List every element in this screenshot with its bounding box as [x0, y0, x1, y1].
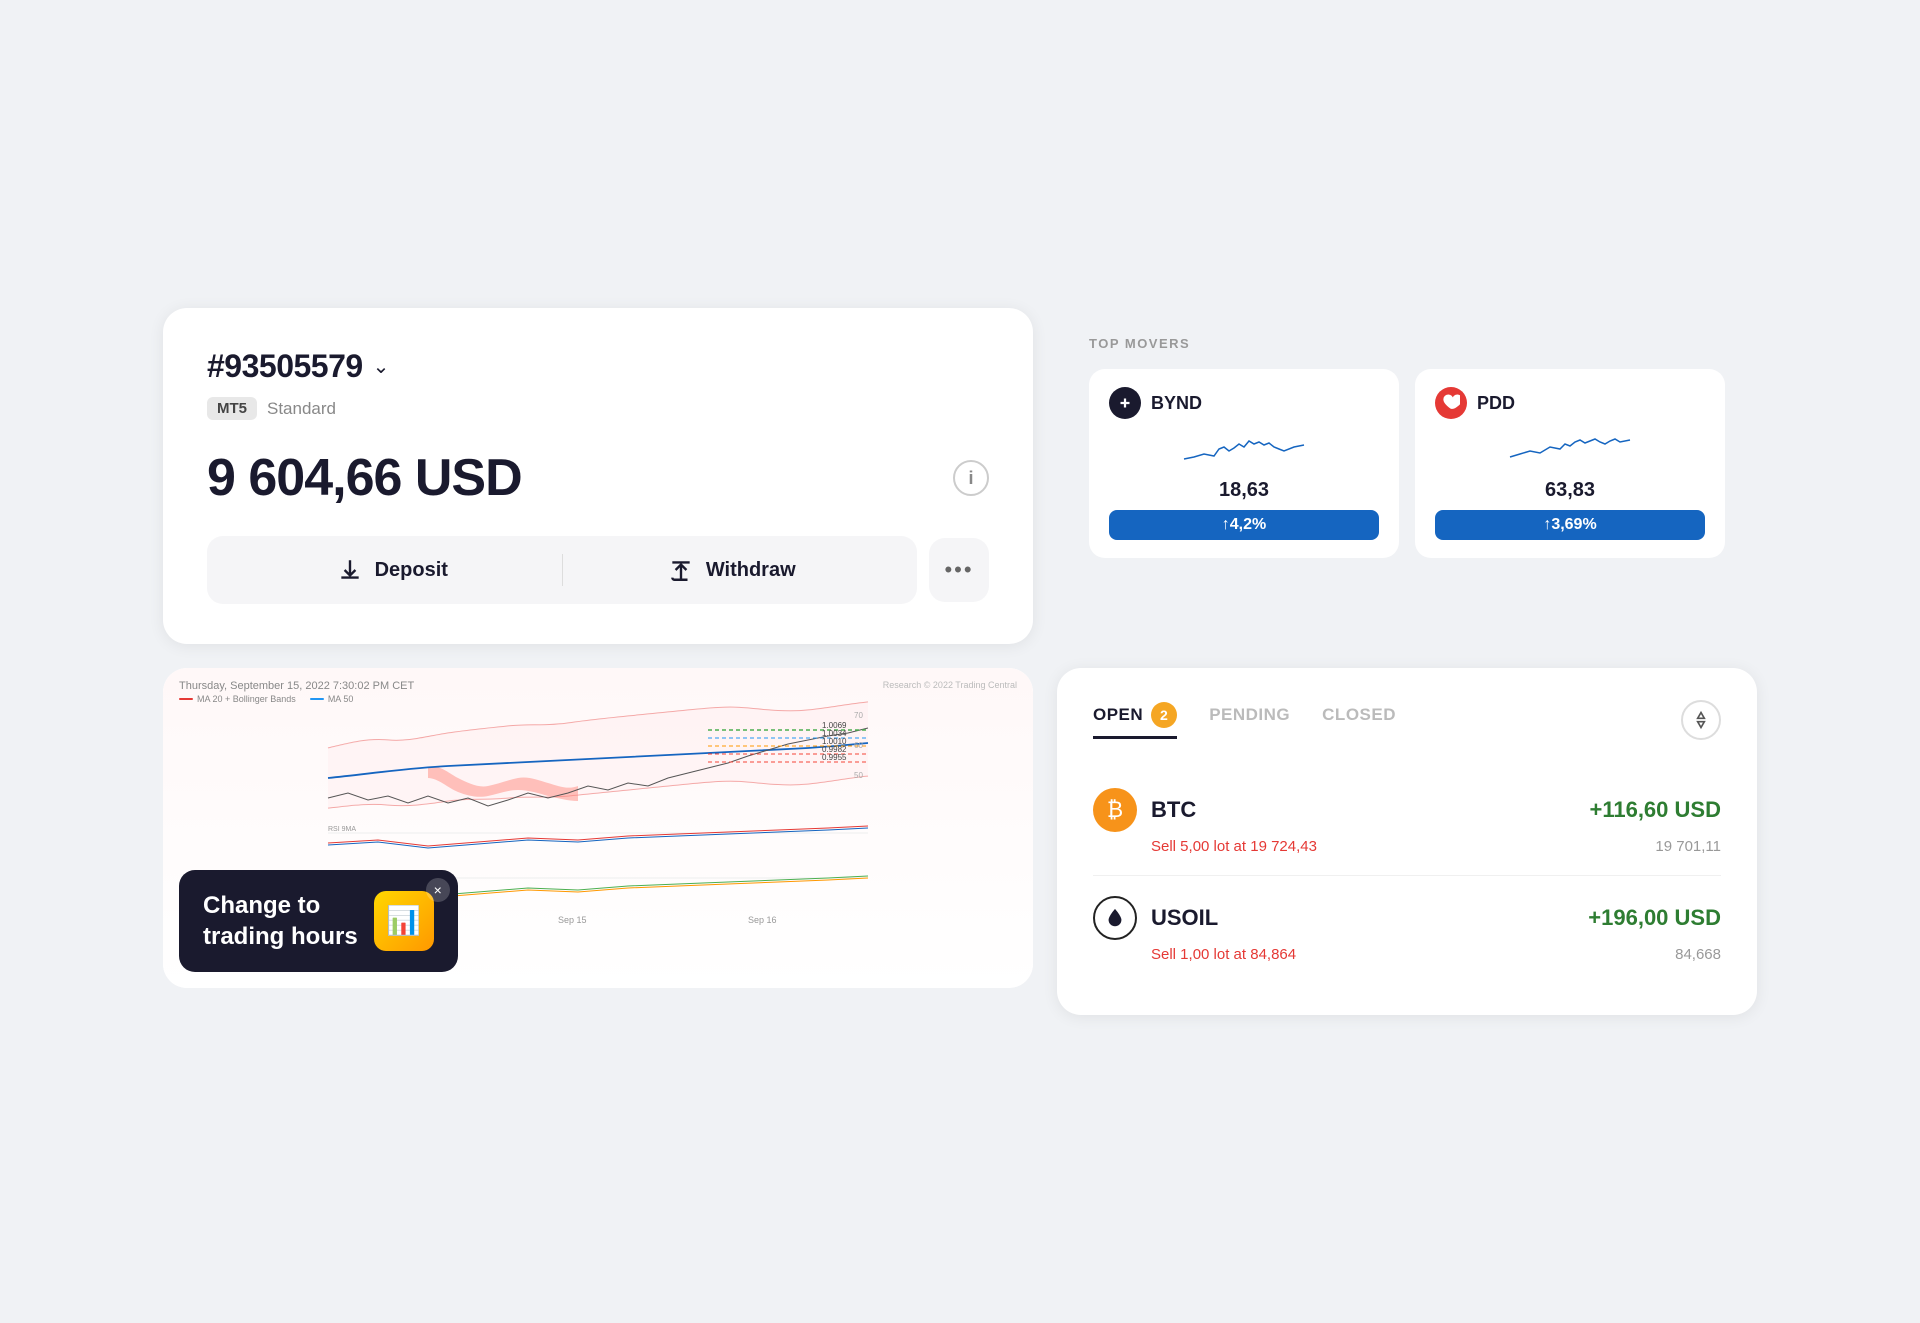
- trade-top-btc: ₿ BTC +116,60 USD: [1093, 788, 1721, 832]
- action-bar: Deposit Withdraw •••: [207, 536, 989, 604]
- mover-bynd[interactable]: BYND 18,63 ↑4,2%: [1089, 369, 1399, 558]
- deposit-icon: [337, 557, 363, 583]
- notification-chart-icon: 📊: [374, 891, 434, 951]
- account-card: #93505579 ⌄ MT5 Standard 9 604,66 USD i …: [163, 308, 1033, 644]
- trade-left-btc: ₿ BTC: [1093, 788, 1196, 832]
- chart-card: Thursday, September 15, 2022 7:30:02 PM …: [163, 668, 1033, 988]
- bynd-chart: [1109, 429, 1379, 469]
- chart-research: Research © 2022 Trading Central: [883, 680, 1017, 690]
- btc-profit: +116,60 USD: [1589, 797, 1721, 823]
- chart-legend: MA 20 + Bollinger Bands MA 50: [179, 694, 353, 704]
- trade-bottom-usoil: Sell 1,00 lot at 84,864 84,668: [1093, 946, 1721, 963]
- withdraw-icon: [668, 557, 694, 583]
- tab-closed[interactable]: CLOSED: [1322, 702, 1396, 739]
- tab-open[interactable]: OPEN 2: [1093, 702, 1177, 739]
- account-meta: MT5 Standard: [207, 397, 989, 420]
- bynd-price: 18,63: [1109, 479, 1379, 502]
- trade-row-btc[interactable]: ₿ BTC +116,60 USD Sell 5,00 lot at 19 72…: [1093, 768, 1721, 876]
- top-movers-title: TOP MOVERS: [1089, 336, 1725, 351]
- ma20-dot: [179, 698, 193, 700]
- pdd-symbol: PDD: [1477, 393, 1515, 414]
- account-header: #93505579 ⌄: [207, 348, 989, 385]
- platform-badge: MT5: [207, 397, 257, 420]
- trade-left-usoil: USOIL: [1093, 896, 1218, 940]
- tabs-row: OPEN 2 PENDING CLOSED: [1093, 700, 1721, 740]
- more-button[interactable]: •••: [929, 538, 989, 602]
- movers-grid: BYND 18,63 ↑4,2% PD: [1089, 369, 1725, 558]
- sort-button[interactable]: [1681, 700, 1721, 740]
- bynd-logo: [1109, 387, 1141, 419]
- pdd-logo: [1435, 387, 1467, 419]
- withdraw-button[interactable]: Withdraw: [571, 557, 894, 583]
- pdd-chart: [1435, 429, 1705, 469]
- notification-message: Change totrading hours: [203, 890, 358, 952]
- notification-text: Change totrading hours: [203, 890, 358, 952]
- tab-list: OPEN 2 PENDING CLOSED: [1093, 702, 1681, 739]
- svg-text:70: 70: [854, 711, 863, 720]
- trade-bottom-btc: Sell 5,00 lot at 19 724,43 19 701,11: [1093, 838, 1721, 855]
- svg-text:50: 50: [854, 771, 863, 780]
- account-type: Standard: [267, 399, 336, 419]
- bynd-change: ↑4,2%: [1109, 510, 1379, 540]
- open-count-badge: 2: [1151, 702, 1177, 728]
- deposit-button[interactable]: Deposit: [231, 557, 554, 583]
- svg-text:Sep 15: Sep 15: [558, 915, 587, 925]
- top-movers-card: TOP MOVERS BYND: [1057, 308, 1757, 586]
- tab-pending[interactable]: PENDING: [1209, 702, 1290, 739]
- mover-pdd-header: PDD: [1435, 387, 1705, 419]
- pdd-price: 63,83: [1435, 479, 1705, 502]
- svg-text:Sep 16: Sep 16: [748, 915, 777, 925]
- trades-card: OPEN 2 PENDING CLOSED: [1057, 668, 1757, 1015]
- action-buttons: Deposit Withdraw: [207, 536, 917, 604]
- oil-drop-icon: [1104, 907, 1126, 929]
- bynd-icon: [1116, 394, 1134, 412]
- account-number: #93505579: [207, 348, 363, 385]
- svg-text:0.9955: 0.9955: [822, 753, 847, 762]
- usoil-profit: +196,00 USD: [1588, 905, 1721, 931]
- info-icon[interactable]: i: [953, 460, 989, 496]
- pdd-chart-svg: [1435, 429, 1705, 469]
- svg-text:RSI 9MA: RSI 9MA: [328, 826, 356, 833]
- btc-current-price: 19 701,11: [1655, 838, 1721, 855]
- btc-detail: Sell 5,00 lot at 19 724,43: [1151, 838, 1317, 855]
- bynd-symbol: BYND: [1151, 393, 1202, 414]
- chart-timestamp: Thursday, September 15, 2022 7:30:02 PM …: [179, 680, 414, 692]
- notification-close-button[interactable]: ×: [426, 878, 450, 902]
- balance-amount: 9 604,66 USD: [207, 448, 522, 508]
- mover-pdd[interactable]: PDD 63,83 ↑3,69%: [1415, 369, 1725, 558]
- bynd-chart-svg: [1109, 429, 1379, 469]
- usoil-detail: Sell 1,00 lot at 84,864: [1151, 946, 1296, 963]
- trade-top-usoil: USOIL +196,00 USD: [1093, 896, 1721, 940]
- btc-icon: ₿: [1093, 788, 1137, 832]
- divider: [562, 554, 563, 586]
- pdd-icon: [1442, 394, 1460, 412]
- balance-row: 9 604,66 USD i: [207, 448, 989, 508]
- pdd-change: ↑3,69%: [1435, 510, 1705, 540]
- legend-ma20: MA 20 + Bollinger Bands: [179, 694, 296, 704]
- mover-bynd-header: BYND: [1109, 387, 1379, 419]
- notification-overlay: Change totrading hours 📊 ×: [179, 870, 458, 972]
- sort-icon: [1691, 710, 1711, 730]
- usoil-current-price: 84,668: [1675, 946, 1721, 963]
- usoil-icon: [1093, 896, 1137, 940]
- btc-symbol: BTC: [1151, 797, 1196, 823]
- usoil-symbol: USOIL: [1151, 905, 1218, 931]
- trade-row-usoil[interactable]: USOIL +196,00 USD Sell 1,00 lot at 84,86…: [1093, 876, 1721, 983]
- chevron-down-icon[interactable]: ⌄: [373, 354, 390, 379]
- ma50-dot: [310, 698, 324, 700]
- svg-text:60: 60: [854, 741, 863, 750]
- legend-ma50: MA 50: [310, 694, 354, 704]
